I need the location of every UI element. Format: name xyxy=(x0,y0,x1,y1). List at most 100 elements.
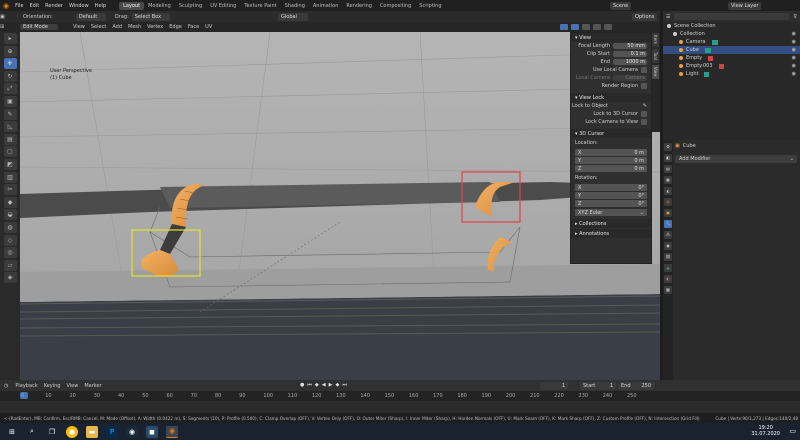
menu-edit[interactable]: Edit xyxy=(26,3,42,9)
cursor-rotation-x[interactable]: X 0° xyxy=(575,184,647,191)
workspace-tab-uv-editing[interactable]: UV Editing xyxy=(206,2,240,10)
workspace-tab-animation[interactable]: Animation xyxy=(309,2,343,10)
sidebar-tab-tool[interactable]: Tool xyxy=(652,49,659,63)
filter-icon[interactable]: ⊽ xyxy=(793,14,797,20)
frame-start-field[interactable]: Start 1 xyxy=(580,382,616,390)
menu-window[interactable]: Window xyxy=(66,3,92,9)
focal-length-field[interactable]: 50 mm xyxy=(613,43,647,49)
material-props-icon[interactable]: ◐ xyxy=(664,275,672,283)
add-modifier-button[interactable]: Add Modifier ⌄ xyxy=(675,155,797,163)
steam-icon[interactable]: ◉ xyxy=(126,425,138,438)
timeline-menu-view[interactable]: View xyxy=(63,383,81,389)
eyedropper-icon[interactable]: ✎ xyxy=(643,103,647,109)
clip-start-field[interactable]: 0.1 m xyxy=(613,51,647,57)
workspace-tab-modeling[interactable]: Modeling xyxy=(144,2,175,10)
mode-dropdown[interactable]: Edit Mode xyxy=(20,24,58,30)
shear-tool-icon[interactable]: ▱ xyxy=(3,259,17,271)
3d-viewport[interactable]: User Perspective (1) Cube xyxy=(20,32,660,380)
next-keyframe-icon[interactable]: ◆ xyxy=(335,382,339,388)
smooth-tool-icon[interactable]: ◍ xyxy=(3,221,17,233)
vp-menu-vertex[interactable]: Vertex xyxy=(144,24,166,30)
frame-end-field[interactable]: End 250 xyxy=(618,382,654,390)
view-lock-section-header[interactable]: ▾ View Lock xyxy=(571,93,651,102)
app-icon[interactable]: ◼ xyxy=(146,425,158,438)
timeline-ruler[interactable]: 0 10 20 30 40 50 60 70 80 90 100 110 120 130 140 150 160… xyxy=(0,391,800,401)
rotation-mode-dropdown[interactable]: XYZ Euler ⌄ xyxy=(575,209,647,216)
file-explorer-icon[interactable]: ▬ xyxy=(86,425,98,438)
notification-icon[interactable]: ▭ xyxy=(789,427,796,435)
current-frame-field[interactable]: 1 xyxy=(540,382,568,390)
polybuild-tool-icon[interactable]: ◆ xyxy=(3,196,17,208)
render-props-icon[interactable]: ◧ xyxy=(664,154,672,162)
menu-file[interactable]: File xyxy=(12,3,26,9)
use-local-camera-checkbox[interactable] xyxy=(641,67,647,73)
scene-selector[interactable]: Scene xyxy=(610,2,632,10)
eye-icon[interactable]: ◉ xyxy=(792,63,796,69)
shading-solid-icon[interactable] xyxy=(582,24,590,30)
data-props-icon[interactable]: ▲ xyxy=(664,264,672,272)
sidebar-tab-item[interactable]: Item xyxy=(652,33,659,47)
windows-start-icon[interactable]: ⊞ xyxy=(6,426,18,438)
vp-menu-mesh[interactable]: Mesh xyxy=(125,24,144,30)
blender-logo-icon[interactable]: ◉ xyxy=(0,2,12,10)
task-view-icon[interactable]: ❐ xyxy=(46,426,58,438)
jump-start-icon[interactable]: ⏮ xyxy=(307,382,312,388)
world-props-icon[interactable]: ◍ xyxy=(664,198,672,206)
shading-material-icon[interactable] xyxy=(593,24,601,30)
cursor-tool-icon[interactable]: ⊕ xyxy=(3,45,17,57)
menu-render[interactable]: Render xyxy=(42,3,66,9)
scale-tool-icon[interactable]: ⤢ xyxy=(3,83,17,95)
cursor-rotation-y[interactable]: Y 0° xyxy=(575,192,647,199)
outliner-editor-icon[interactable]: ☰ xyxy=(666,14,670,20)
outliner-row-scene-collection[interactable]: Scene Collection xyxy=(663,22,800,30)
outliner-row-empty[interactable]: Empty ◉ xyxy=(663,54,800,62)
output-props-icon[interactable]: ▤ xyxy=(664,165,672,173)
editor-type-icon[interactable]: ⊞ xyxy=(0,24,20,30)
shading-rendered-icon[interactable] xyxy=(604,24,612,30)
workspace-tab-sculpting[interactable]: Sculpting xyxy=(175,2,206,10)
outliner-row-empty-003[interactable]: Empty.003 ◉ xyxy=(663,62,800,70)
orientation-dropdown[interactable]: Default xyxy=(75,12,106,21)
workspace-tab-compositing[interactable]: Compositing xyxy=(376,2,415,10)
cursor-location-z[interactable]: Z 0 m xyxy=(575,165,647,172)
workspace-tab-layout[interactable]: Layout xyxy=(119,1,145,10)
local-camera-field[interactable]: Camera xyxy=(613,75,647,81)
taskbar-clock[interactable]: 19:20 31.07.2020 xyxy=(751,425,780,437)
timeline-menu-keying[interactable]: Keying xyxy=(41,383,64,389)
prev-keyframe-icon[interactable]: ◆ xyxy=(315,382,319,388)
play-icon[interactable]: ▶ xyxy=(329,382,333,388)
vp-menu-view[interactable]: View xyxy=(70,24,88,30)
collections-section-header[interactable]: ▸ Collections xyxy=(571,219,651,228)
cursor-section-header[interactable]: ▾ 3D Cursor xyxy=(571,129,651,138)
inset-tool-icon[interactable]: ▢ xyxy=(3,146,17,158)
render-region-checkbox[interactable] xyxy=(641,83,647,89)
particles-props-icon[interactable]: ⁂ xyxy=(664,231,672,239)
vp-menu-face[interactable]: Face xyxy=(185,24,202,30)
cursor-location-y[interactable]: Y 0 m xyxy=(575,157,647,164)
workspace-tab-texture-paint[interactable]: Texture Paint xyxy=(240,2,280,10)
record-icon[interactable]: ● xyxy=(300,382,304,388)
view-layer-selector[interactable]: View Layer xyxy=(728,2,762,10)
eye-icon[interactable]: ◉ xyxy=(792,71,796,77)
rotate-tool-icon[interactable]: ↻ xyxy=(3,70,17,82)
constraints-props-icon[interactable]: ⛓ xyxy=(664,253,672,261)
clip-end-field[interactable]: 1000 m xyxy=(613,59,647,65)
photoshop-icon[interactable]: P xyxy=(106,425,118,438)
lock-camera-checkbox[interactable] xyxy=(641,119,647,125)
object-props-icon[interactable]: ▣ xyxy=(664,209,672,217)
scene-props-icon[interactable]: ◭ xyxy=(664,187,672,195)
annotations-section-header[interactable]: ▸ Annotations xyxy=(571,229,651,238)
outliner-row-collection[interactable]: Collection ◉ xyxy=(663,30,800,38)
eye-icon[interactable]: ◉ xyxy=(792,47,796,53)
options-dropdown[interactable]: Options xyxy=(632,13,658,21)
vp-menu-edge[interactable]: Edge xyxy=(166,24,185,30)
outliner-row-light[interactable]: Light ◉ xyxy=(663,70,800,78)
workspace-tab-scripting[interactable]: Scripting xyxy=(415,2,445,10)
view-section-header[interactable]: ▾ View xyxy=(571,33,651,42)
play-reverse-icon[interactable]: ◀ xyxy=(322,382,326,388)
xray-icon[interactable] xyxy=(571,24,579,30)
drag-dropdown[interactable]: Select Box xyxy=(131,12,170,21)
spin-tool-icon[interactable]: ◒ xyxy=(3,209,17,221)
measure-tool-icon[interactable]: ◺ xyxy=(3,121,17,133)
cursor-location-x[interactable]: X 0 m xyxy=(575,149,647,156)
